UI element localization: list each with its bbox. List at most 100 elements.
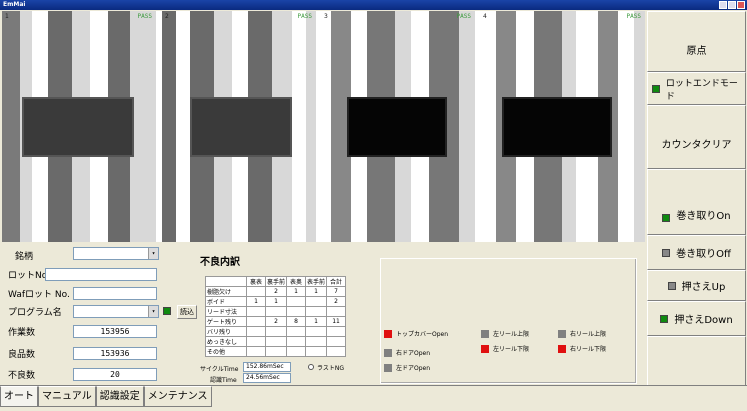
lot-label: ロットNo. bbox=[8, 270, 50, 281]
brand-combo[interactable]: ▾ bbox=[73, 247, 159, 260]
takeup-on-label: 巻き取りOn bbox=[676, 211, 731, 222]
work-count-label: 作業数 bbox=[8, 327, 36, 338]
header-cell: 裏表 bbox=[246, 276, 266, 287]
minimize-button[interactable] bbox=[719, 1, 727, 9]
camera-number: 1 bbox=[5, 13, 9, 20]
table-cell: 1 bbox=[286, 286, 307, 297]
table-row: リード寸法 bbox=[205, 306, 347, 317]
row-label: 樹脂欠け bbox=[205, 286, 247, 297]
status-lamp-icon bbox=[384, 329, 392, 338]
waf-lot-label: Wafロット No. bbox=[8, 289, 70, 300]
status-right-reel-upper: 右リール上限 bbox=[558, 329, 606, 338]
status-lamp-icon bbox=[481, 344, 489, 353]
status-label: トップカバーOpen bbox=[396, 331, 449, 338]
status-label: 左リール下限 bbox=[493, 346, 530, 353]
table-row: バリ残り bbox=[205, 326, 347, 337]
defect-breakdown-title: 不良内訳 bbox=[200, 257, 240, 268]
maximize-button[interactable] bbox=[728, 1, 736, 9]
press-up-button[interactable]: 押さえUp bbox=[647, 270, 746, 301]
table-cell bbox=[286, 346, 307, 357]
program-status-indicator bbox=[163, 307, 171, 315]
tab-maintenance[interactable]: メンテナンス bbox=[143, 386, 212, 407]
table-cell bbox=[246, 346, 266, 357]
table-cell bbox=[286, 336, 307, 347]
lot-number-field[interactable] bbox=[45, 268, 157, 281]
waf-lot-field[interactable] bbox=[73, 287, 157, 300]
table-cell bbox=[246, 326, 266, 337]
takeup-on-indicator bbox=[662, 214, 671, 222]
chip-image bbox=[502, 97, 612, 157]
press-down-button[interactable]: 押さえDown bbox=[647, 301, 746, 336]
control-panel: 原点 ロットエンドモード カウンタクリア 巻き取りOn 巻き取りOff 押さえU… bbox=[647, 11, 747, 387]
status-label: 左ドアOpen bbox=[396, 365, 431, 372]
table-cell bbox=[264, 336, 288, 347]
lot-info-form: 銘柄 ▾ ロットNo. Wafロット No. プログラム名 ▾ 読込 作業数 1… bbox=[5, 244, 197, 384]
window-controls bbox=[719, 1, 745, 9]
status-lamp-icon bbox=[384, 363, 392, 372]
table-cell: 1 bbox=[305, 316, 328, 327]
chevron-down-icon[interactable]: ▾ bbox=[148, 248, 158, 259]
load-button[interactable]: 読込 bbox=[177, 305, 197, 319]
program-name-combo[interactable]: ▾ bbox=[73, 305, 159, 318]
camera-number: 2 bbox=[165, 13, 169, 20]
close-button[interactable] bbox=[737, 1, 745, 9]
cycle-time-label: サイクルTime bbox=[200, 366, 239, 373]
header-cell: 表奥 bbox=[286, 276, 307, 287]
row-label: ボイド bbox=[205, 296, 247, 307]
table-row: ボイド 1 1 2 bbox=[205, 296, 347, 307]
status-right-reel-lower: 右リール下限 bbox=[558, 344, 606, 353]
table-cell bbox=[246, 336, 266, 347]
row-label: バリ残り bbox=[205, 326, 247, 337]
status-label: 左リール上限 bbox=[493, 331, 530, 338]
origin-button[interactable]: 原点 bbox=[647, 11, 746, 72]
table-cell bbox=[286, 326, 307, 337]
takeup-on-button[interactable]: 巻き取りOn bbox=[647, 169, 746, 235]
status-right-door-open: 右ドアOpen bbox=[384, 348, 430, 357]
table-cell bbox=[264, 346, 288, 357]
lot-end-mode-button[interactable]: ロットエンドモード bbox=[647, 72, 746, 105]
camera-view-area: 1 PASS 2 PASS 3 PASS 4 PASS bbox=[2, 11, 645, 242]
status-left-reel-lower: 左リール下限 bbox=[481, 344, 529, 353]
table-cell bbox=[264, 326, 288, 337]
press-up-label: 押さえUp bbox=[681, 282, 726, 293]
counter-clear-button[interactable]: カウンタクリア bbox=[647, 105, 746, 169]
status-left-reel-upper: 左リール上限 bbox=[481, 329, 529, 338]
table-cell: 2 bbox=[264, 286, 288, 297]
table-cell: 1 bbox=[305, 286, 328, 297]
chip-image bbox=[22, 97, 134, 157]
status-left-door-open: 左ドアOpen bbox=[384, 363, 430, 372]
row-label: その他 bbox=[205, 346, 247, 357]
camera-pass-label: PASS bbox=[626, 13, 641, 20]
table-row: ゲート残り 2 8 1 11 bbox=[205, 316, 347, 327]
status-top-cover-open: トップカバーOpen bbox=[384, 329, 448, 338]
tab-manual[interactable]: マニュアル bbox=[38, 386, 96, 407]
tab-auto[interactable]: オート bbox=[0, 386, 38, 407]
takeup-off-button[interactable]: 巻き取りOff bbox=[647, 235, 746, 270]
chip-image bbox=[190, 97, 292, 157]
bad-count-field: 20 bbox=[73, 368, 157, 381]
lot-end-mode-indicator bbox=[652, 84, 660, 93]
header-cell: 合計 bbox=[326, 276, 347, 287]
origin-button-label: 原点 bbox=[686, 46, 707, 57]
table-cell: 8 bbox=[286, 316, 307, 327]
table-cell bbox=[305, 296, 328, 307]
table-cell bbox=[286, 306, 307, 317]
camera-pass-label: PASS bbox=[137, 13, 152, 20]
blank-panel-button bbox=[647, 336, 746, 386]
press-down-label: 押さえDown bbox=[674, 315, 733, 326]
tab-recognition-settings[interactable]: 認識設定 bbox=[95, 386, 144, 407]
table-cell bbox=[326, 336, 347, 347]
last-ng-radio[interactable] bbox=[308, 364, 314, 370]
chevron-down-icon[interactable]: ▾ bbox=[148, 306, 158, 317]
bad-count-label: 不良数 bbox=[8, 370, 36, 381]
camera-view-1: 1 PASS bbox=[2, 11, 156, 242]
table-cell: 2 bbox=[264, 316, 288, 327]
table-cell: 1 bbox=[246, 296, 266, 307]
camera-pass-label: PASS bbox=[297, 13, 312, 20]
program-name-label: プログラム名 bbox=[8, 307, 62, 318]
header-cell bbox=[205, 276, 247, 287]
table-cell: 11 bbox=[326, 316, 347, 327]
table-cell bbox=[246, 316, 266, 327]
table-cell bbox=[326, 346, 347, 357]
status-label: 右リール下限 bbox=[570, 346, 607, 353]
